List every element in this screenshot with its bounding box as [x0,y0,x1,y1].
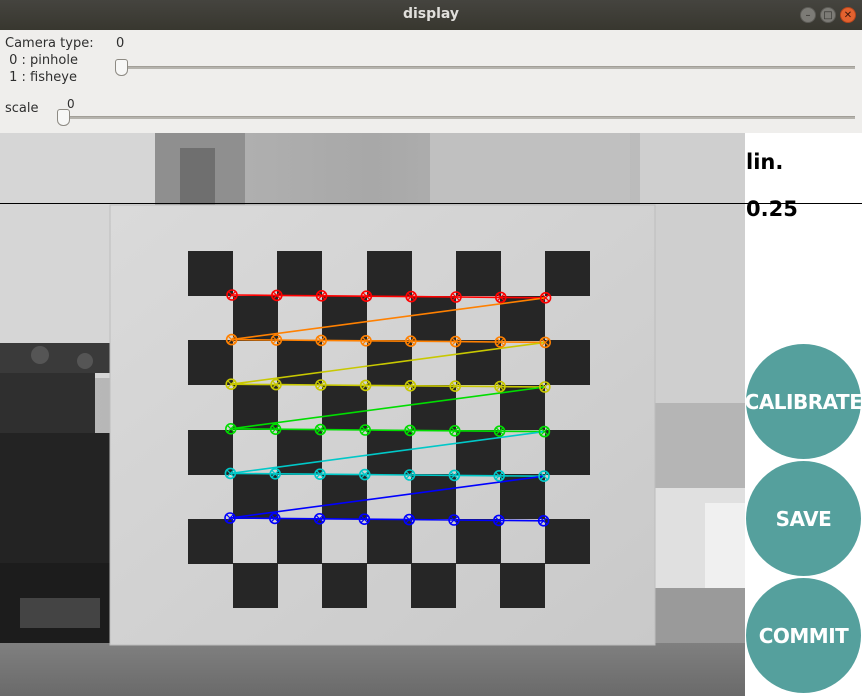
lin-label: lin. [746,150,784,174]
checker-square [411,385,456,430]
checker-square [188,340,233,385]
checker-square [322,385,367,430]
checker-square [277,340,322,385]
checker-square [277,430,322,475]
camera-type-slider-thumb[interactable] [115,59,128,76]
right-box [652,403,745,643]
maximize-button[interactable]: □ [820,7,836,23]
window-title: display [402,6,460,22]
checker-square [545,340,590,385]
checker-square [233,563,278,608]
checker-square [322,296,367,341]
display-view [0,133,862,696]
camera-type-option-pinhole: 0 : pinhole [5,53,78,68]
checker-square [456,340,501,385]
checker-square [322,474,367,519]
camera-type-value: 0 [116,36,125,51]
scale-label: scale [5,101,39,116]
checker-square [545,251,590,296]
checker-square [367,519,412,564]
checker-square [456,430,501,475]
checker-square [456,519,501,564]
scale-slider-track[interactable] [62,116,855,119]
robot-arm [0,343,110,643]
commit-button[interactable]: COMMIT [746,578,861,693]
calibrate-button[interactable]: CALIBRATE [745,344,862,459]
wall-panel [430,133,630,208]
checker-square [545,430,590,475]
checker-square [456,251,501,296]
checker-square [367,251,412,296]
camera-type-option-fisheye: 1 : fisheye [5,70,77,85]
checker-square [277,251,322,296]
checker-square [188,251,233,296]
checker-square [322,563,367,608]
checker-square [188,430,233,475]
shelf-item [180,148,215,208]
checker-square [411,296,456,341]
camera-type-label: Camera type: [5,36,94,51]
reference-line [0,203,862,204]
trackbar-panel: Camera type: 0 : pinhole 1 : fisheye 0 s… [0,30,862,133]
scale-slider-thumb[interactable] [57,109,70,126]
checker-square [545,519,590,564]
checker-square [500,563,545,608]
close-button[interactable]: ✕ [840,7,856,23]
minimize-button[interactable]: – [800,7,816,23]
camera-image [0,133,745,696]
checker-square [411,474,456,519]
checker-square [188,519,233,564]
title-bar: display – □ ✕ [0,0,862,30]
checker-square [411,563,456,608]
wall-right [640,133,745,403]
checker-square [277,519,322,564]
lin-value: 0.25 [746,197,798,221]
camera-type-slider-track[interactable] [120,66,855,69]
save-button[interactable]: SAVE [746,461,861,576]
